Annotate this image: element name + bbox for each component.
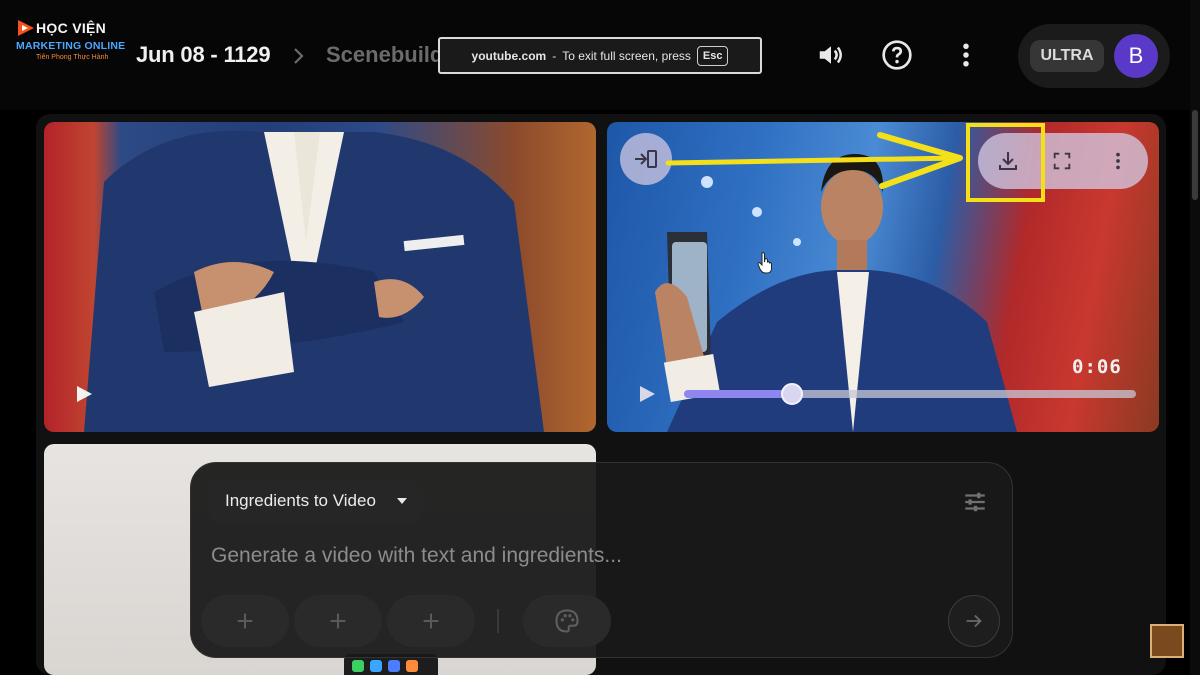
volume-icon [819, 46, 842, 64]
video-progress-slider[interactable] [684, 383, 1136, 405]
tune-icon[interactable] [962, 489, 988, 515]
extend-button[interactable] [620, 133, 672, 185]
plan-badge[interactable]: ULTRA [1030, 40, 1104, 72]
add-icon [237, 613, 253, 629]
logo-line-3: Tiên Phong Thực Hành [36, 54, 109, 61]
caret-down-icon [396, 498, 407, 504]
palette-icon [555, 609, 579, 633]
extend-icon [635, 150, 657, 168]
chevron-right-icon [294, 48, 304, 64]
account-area: ULTRA B [1018, 24, 1170, 88]
banner-domain: youtube.com [471, 48, 547, 63]
download-highlight-box [966, 123, 1045, 202]
prompt-panel: Ingredients to Video [190, 462, 1013, 658]
banner-separator: - [552, 48, 557, 63]
help-icon [882, 40, 912, 70]
more-vert-icon [1116, 152, 1120, 170]
arrow-forward-icon [966, 614, 982, 628]
style-palette-button[interactable] [523, 595, 611, 647]
more-vert-icon [963, 43, 969, 67]
fullscreen-icon [1053, 152, 1071, 170]
play-icon[interactable] [74, 384, 94, 404]
scrollbar-thumb[interactable] [1192, 110, 1198, 200]
app-header: HỌC VIỆN MARKETING ONLINE Tiên Phong Thự… [0, 0, 1200, 110]
banner-esc-key: Esc [696, 45, 729, 66]
breadcrumb-project[interactable]: Jun 08 - 1129 [136, 42, 271, 68]
more-options-button[interactable] [949, 38, 983, 72]
mode-label: Ingredients to Video [225, 491, 376, 510]
channel-logo: HỌC VIỆN MARKETING ONLINE Tiên Phong Thự… [14, 18, 132, 66]
hand-cursor-icon [757, 252, 772, 274]
avatar[interactable]: B [1114, 34, 1158, 78]
add-icon [330, 613, 346, 629]
video-time: 0:06 [1072, 356, 1122, 378]
logo-line-2: MARKETING ONLINE [16, 40, 126, 52]
add-ingredient-button-3[interactable] [387, 595, 475, 647]
send-button[interactable] [948, 595, 1000, 647]
fullscreen-exit-banner: youtube.com - To exit full screen, press… [438, 37, 762, 74]
logo-line-1: HỌC VIỆN [36, 20, 107, 36]
scrollbar[interactable] [1190, 0, 1200, 675]
tile-more-button[interactable] [1102, 145, 1134, 177]
add-ingredient-button-1[interactable] [201, 595, 289, 647]
prompt-input[interactable] [211, 543, 971, 569]
person-suit-image [84, 130, 544, 432]
play-icon[interactable] [637, 384, 657, 404]
logo-mark-icon [18, 20, 34, 36]
add-icon [423, 613, 439, 629]
slot-divider [497, 609, 499, 633]
help-button[interactable] [880, 38, 914, 72]
volume-button[interactable] [814, 38, 848, 72]
video-tile-1[interactable] [44, 122, 596, 432]
mode-selector[interactable]: Ingredients to Video [207, 479, 423, 523]
add-ingredient-button-2[interactable] [294, 595, 382, 647]
fullscreen-button[interactable] [1046, 145, 1078, 177]
channel-watermark-icon [1150, 624, 1184, 658]
progress-fill [684, 390, 793, 398]
banner-message: To exit full screen, press [562, 48, 691, 63]
